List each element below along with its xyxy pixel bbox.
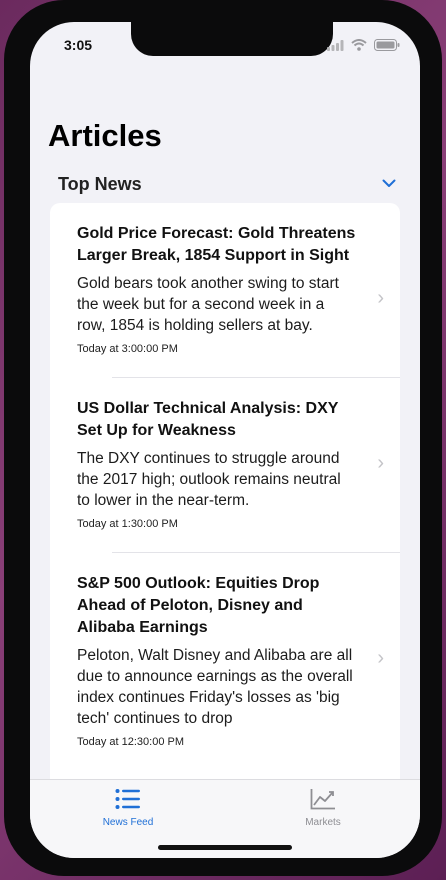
tab-bar: News Feed Markets [30, 779, 420, 858]
chevron-right-icon: › [377, 452, 384, 474]
chart-line-icon [310, 788, 336, 815]
article-row[interactable]: Gold Price Forecast: Gold Threatens Larg… [50, 203, 400, 355]
articles-list: Gold Price Forecast: Gold Threatens Larg… [50, 203, 400, 823]
article-summary: Peloton, Walt Disney and Alibaba are all… [77, 647, 353, 727]
article-timestamp: Today at 3:00:00 PM [77, 343, 178, 355]
battery-icon [374, 38, 400, 56]
tab-label: News Feed [102, 817, 154, 828]
tab-label: Markets [305, 817, 341, 828]
chevron-right-icon: › [377, 647, 384, 669]
article-title: US Dollar Technical Analysis: DXY Set Up… [77, 400, 339, 439]
article-row[interactable]: S&P 500 Outlook: Equities Drop Ahead of … [50, 553, 400, 748]
tab-markets[interactable]: Markets [273, 788, 373, 828]
status-icons [327, 38, 400, 56]
section-title: Top News [58, 173, 142, 194]
article-summary: The DXY continues to struggle around the… [77, 450, 341, 509]
chevron-right-icon: › [377, 287, 384, 309]
article-timestamp: Today at 1:30:00 PM [77, 518, 178, 530]
device-frame: 3:05 Articles Top News Gold Price Foreca… [4, 0, 442, 876]
home-indicator [158, 845, 292, 850]
article-row[interactable]: US Dollar Technical Analysis: DXY Set Up… [50, 378, 400, 530]
wifi-icon [351, 38, 367, 56]
tab-news-feed[interactable]: News Feed [78, 788, 178, 828]
app-screen: 3:05 Articles Top News Gold Price Foreca… [30, 22, 420, 858]
device-notch [131, 22, 333, 56]
page-title: Articles [48, 118, 162, 153]
top-news-section-header[interactable]: Top News [50, 170, 402, 198]
article-summary: Gold bears took another swing to start t… [77, 275, 339, 334]
article-timestamp: Today at 12:30:00 PM [77, 736, 185, 748]
article-title: S&P 500 Outlook: Equities Drop Ahead of … [77, 575, 320, 636]
article-title: Gold Price Forecast: Gold Threatens Larg… [77, 225, 356, 264]
signal-icon [327, 38, 344, 56]
chevron-down-icon[interactable] [382, 175, 396, 193]
list-icon [115, 788, 141, 815]
status-time: 3:05 [64, 37, 93, 53]
